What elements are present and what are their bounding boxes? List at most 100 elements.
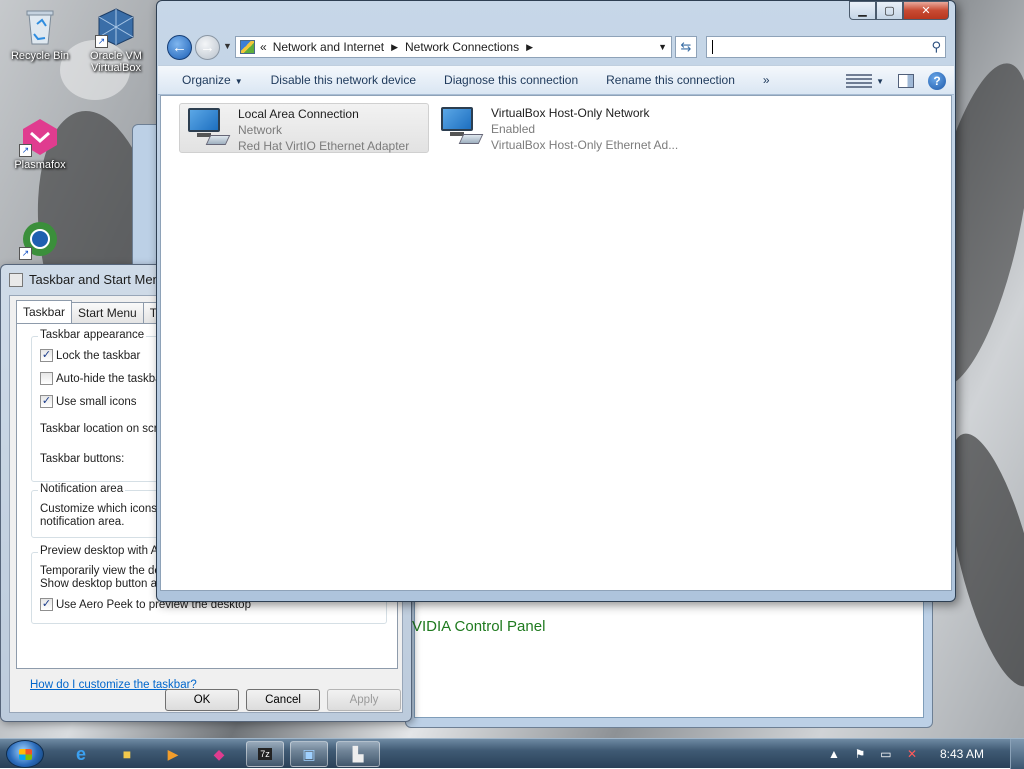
taskbar-taskbar-properties[interactable]: ▙ xyxy=(336,741,380,767)
chevron-right-icon[interactable]: ▶ xyxy=(391,42,398,53)
address-dropdown-icon[interactable]: ▼ xyxy=(658,42,667,52)
control-panel-icon xyxy=(240,40,255,54)
breadcrumb-network-and-internet[interactable]: Network and Internet xyxy=(273,40,384,54)
tab-start-menu[interactable]: Start Menu xyxy=(71,302,144,324)
address-bar[interactable]: « Network and Internet ▶ Network Connect… xyxy=(235,36,672,58)
folder-icon: ■ xyxy=(122,746,132,762)
auto-hide-checkbox[interactable]: Auto-hide the taskbar xyxy=(40,372,165,385)
view-options-icon xyxy=(846,74,873,88)
desktop-icon-plasmafox[interactable]: ↗ Plasmafox xyxy=(2,115,78,171)
refresh-button[interactable]: ⇆ xyxy=(675,36,697,58)
connection-adapter: VirtualBox Host-Only Ethernet Ad... xyxy=(491,138,679,152)
taskbar-location-label: Taskbar location on scree xyxy=(40,423,171,435)
network-adapter-icon xyxy=(437,103,485,151)
organize-menu[interactable]: Organize ▼ xyxy=(158,73,257,87)
shortcut-arrow-icon: ↗ xyxy=(19,144,32,157)
network-tray-icon[interactable]: ▭ xyxy=(878,746,894,762)
checkbox-checked-icon: ✓ xyxy=(40,395,53,408)
apply-button: Apply xyxy=(327,689,401,711)
cancel-button[interactable]: Cancel xyxy=(246,689,320,711)
ok-button[interactable]: OK xyxy=(165,689,239,711)
internet-explorer-icon: e xyxy=(75,743,86,764)
windows-logo-icon xyxy=(19,749,32,760)
show-desktop-button[interactable] xyxy=(1010,739,1024,769)
close-button[interactable]: ✕ xyxy=(903,1,949,20)
show-hidden-icons-button[interactable]: ▲ xyxy=(826,746,842,762)
search-box[interactable]: ⚲ xyxy=(706,36,946,58)
help-icon[interactable]: ? xyxy=(928,72,946,90)
diagnose-connection-button[interactable]: Diagnose this connection xyxy=(430,73,592,87)
system-tray: ▲ ⚑ ▭ ✕ 8:43 AM xyxy=(826,739,1024,769)
forward-button[interactable]: → xyxy=(195,35,220,60)
small-icons-checkbox[interactable]: ✓ Use small icons xyxy=(40,395,137,408)
desktop-icon-virtualbox[interactable]: ↗ Oracle VM VirtualBox xyxy=(78,6,154,74)
refresh-icon: ⇆ xyxy=(680,39,692,54)
chevron-right-icon[interactable]: ▶ xyxy=(526,42,533,53)
desktop-icon-recycle-bin[interactable]: Recycle Bin xyxy=(2,6,78,62)
organize-label: Organize xyxy=(182,73,231,87)
breadcrumb-overflow-button[interactable]: « xyxy=(260,40,267,54)
chevron-down-icon: ▼ xyxy=(876,76,884,86)
shortcut-arrow-icon: ↗ xyxy=(95,35,108,48)
recent-pages-dropdown[interactable]: ▼ xyxy=(223,41,232,51)
volume-muted-icon: ✕ xyxy=(906,747,917,761)
rename-connection-button[interactable]: Rename this connection xyxy=(592,73,749,87)
breadcrumb-network-connections[interactable]: Network Connections xyxy=(405,40,519,54)
connection-virtualbox-host-only[interactable]: VirtualBox Host-Only Network Enabled Vir… xyxy=(433,103,703,153)
checkbox-unchecked-icon xyxy=(40,372,53,385)
taskbar-plasmafox[interactable]: ◆ xyxy=(200,741,238,767)
more-commands-icon: » xyxy=(762,73,770,87)
network-adapter-icon xyxy=(184,104,232,152)
search-icon[interactable]: ⚲ xyxy=(931,39,941,55)
minimize-button[interactable]: ▁ xyxy=(849,1,876,20)
dialog-tabs: Taskbar Start Menu Tool xyxy=(16,300,179,324)
checkbox-checked-icon: ✓ xyxy=(40,349,53,362)
plasmafox-icon: ◆ xyxy=(213,745,225,762)
shortcut-arrow-icon: ↗ xyxy=(19,247,32,260)
monitor-icon: ▭ xyxy=(880,747,892,761)
tab-taskbar[interactable]: Taskbar xyxy=(16,300,73,324)
back-button[interactable]: ← xyxy=(167,35,192,60)
maximize-icon: ▢ xyxy=(884,5,895,17)
taskbar-windows-explorer[interactable]: ■ xyxy=(108,741,146,767)
nvidia-control-panel-link[interactable]: VIDIA Control Panel xyxy=(412,618,545,635)
arrow-left-icon: ← xyxy=(172,39,187,56)
close-icon: ✕ xyxy=(921,5,931,17)
change-view-button[interactable]: ▼ xyxy=(846,74,884,88)
flag-icon: ⚑ xyxy=(854,747,866,761)
disable-device-button[interactable]: Disable this network device xyxy=(257,73,430,87)
preview-pane-icon[interactable] xyxy=(898,74,914,88)
group-label: Notification area xyxy=(38,483,126,495)
connection-local-area[interactable]: Local Area Connection Network Red Hat Vi… xyxy=(179,103,429,153)
clock[interactable]: 8:43 AM xyxy=(940,747,984,761)
maximize-button[interactable]: ▢ xyxy=(876,1,903,20)
volume-icon[interactable]: ✕ xyxy=(904,746,920,762)
command-bar: Organize ▼ Disable this network device Di… xyxy=(158,65,954,95)
taskbar-7zip[interactable]: 7z xyxy=(246,741,284,767)
diagnose-label: Diagnose this connection xyxy=(444,73,579,87)
notification-description: Customize which icons ar xyxy=(40,503,171,515)
7zip-icon: 7z xyxy=(258,748,272,760)
start-button[interactable] xyxy=(6,740,44,768)
preview-description: Show desktop button at xyxy=(40,578,161,590)
virtualbox-icon: ↗ xyxy=(95,6,137,48)
connection-name: VirtualBox Host-Only Network xyxy=(491,106,650,120)
chevron-down-icon: ▼ xyxy=(234,77,243,86)
taskbar-media-player[interactable]: ▶ xyxy=(154,741,192,767)
lock-taskbar-checkbox[interactable]: ✓ Lock the taskbar xyxy=(40,349,140,362)
action-center-icon[interactable]: ⚑ xyxy=(852,746,868,762)
more-commands-button[interactable]: » xyxy=(749,73,784,87)
connection-name: Local Area Connection xyxy=(238,107,359,121)
taskbar-network-connections[interactable]: ▣ xyxy=(290,741,328,767)
minimize-icon: ▁ xyxy=(858,5,867,17)
taskbar-internet-explorer[interactable]: e xyxy=(62,741,100,767)
desktop-icon-browser[interactable]: ↗ xyxy=(2,218,78,262)
checkbox-label: Lock the taskbar xyxy=(56,349,141,362)
window-controls: ▁ ▢ ✕ xyxy=(849,1,949,20)
taskbar-properties-icon xyxy=(9,273,23,287)
desktop-icon-label: Recycle Bin xyxy=(10,50,70,62)
connection-status: Network xyxy=(238,123,283,137)
group-label: Taskbar appearance xyxy=(38,329,147,341)
network-icon: ▣ xyxy=(302,745,316,762)
arrow-right-icon: → xyxy=(200,39,215,56)
